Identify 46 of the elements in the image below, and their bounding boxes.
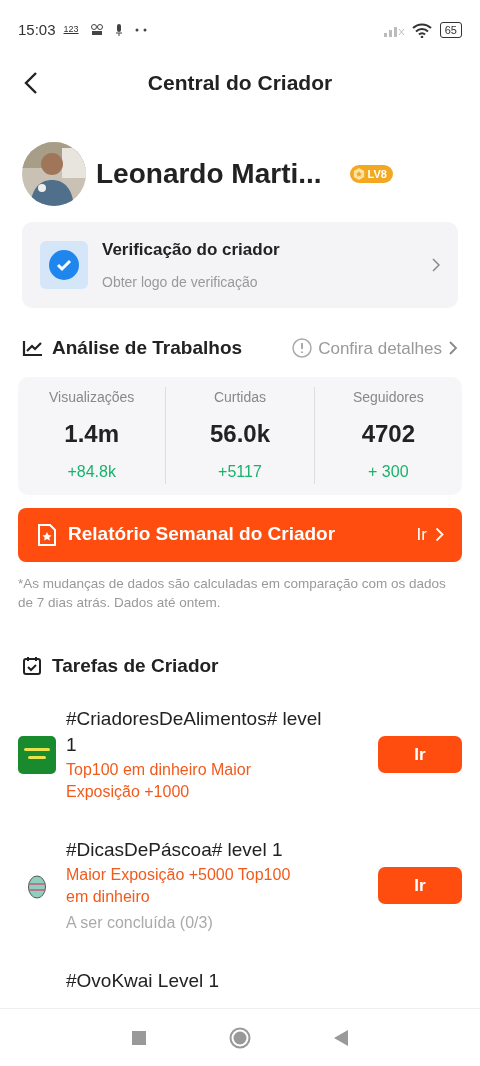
stat-label: Curtidas: [213, 388, 267, 407]
stat-value: 1.4m: [64, 419, 119, 449]
wifi-icon: [411, 22, 432, 38]
calendar-icon: [22, 655, 42, 676]
chevron-icon: [435, 527, 444, 542]
stat-change: + 300: [368, 462, 409, 482]
task-title: #CriadoresDeAlimentos# level 1: [66, 707, 323, 757]
recents-icon[interactable]: [131, 1030, 146, 1045]
task-reward: Maior Exposição +5000 Top100 em dinheiro: [66, 865, 292, 907]
profile-name: Leonardo Marti...: [96, 157, 322, 191]
section-title: Tarefas de Criador: [52, 653, 219, 678]
trend-chart-icon: [22, 339, 44, 358]
task-title: #DicasDePáscoa# level 1: [66, 838, 284, 862]
section-title: Análise de Trabalhos: [52, 336, 243, 360]
egg-icon: [27, 872, 47, 899]
task-title: #OvoKwai Level 1: [66, 969, 221, 993]
verified-icon: [40, 241, 88, 289]
report-icon: [36, 522, 58, 547]
stat-value: 4702: [361, 419, 415, 449]
page-title: Central do Criador: [147, 70, 333, 97]
stat-label: Seguidores: [352, 388, 424, 407]
info-icon: [292, 338, 313, 359]
stat-label: Visualizações: [49, 388, 135, 407]
status-icon: [90, 24, 103, 36]
status-indicator: 123: [63, 23, 79, 37]
details-link[interactable]: Confira detalhes: [292, 335, 458, 361]
stat-value: 56.0k: [209, 419, 270, 449]
chevron-icon: [448, 340, 458, 357]
battery-icon: 65: [439, 22, 462, 38]
stat-change: +5117: [218, 462, 262, 482]
data-note: *As mudanças de dados são calculadas em comparação com os dados de 7 dias atrás. Dados até ontem.: [17, 574, 447, 612]
microphone-icon: [114, 24, 123, 36]
verification-title: Verificação do criador: [102, 238, 281, 261]
verification-subtitle: Obter logo de verificação: [102, 273, 259, 293]
go-button[interactable]: Ir: [378, 736, 462, 773]
stat-change: +84.8k: [67, 462, 116, 482]
verification-card[interactable]: Verificação do criador Obter logo de verificação: [22, 222, 458, 308]
level-badge: LV8: [349, 165, 393, 183]
weekly-report-button[interactable]: Relatório Semanal do Criador Ir: [18, 507, 462, 562]
go-button[interactable]: Ir: [378, 867, 462, 904]
chevron-icon: [432, 258, 440, 272]
back-icon[interactable]: [334, 1029, 349, 1046]
status-time: 15:03: [18, 19, 56, 40]
home-icon[interactable]: [229, 1026, 251, 1049]
more-icon: [134, 28, 147, 32]
task-reward: Top100 em dinheiro Maior Exposição +1000: [66, 760, 252, 802]
